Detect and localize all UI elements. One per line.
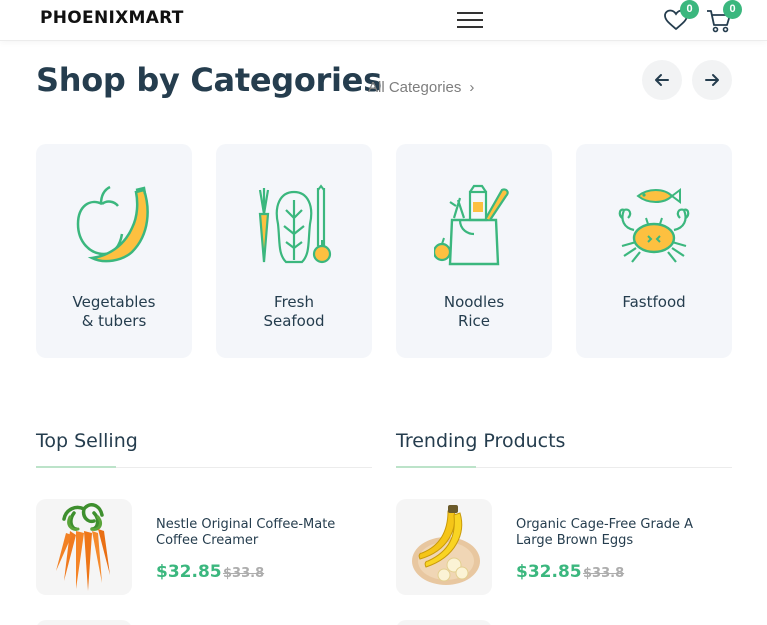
product-price: $32.85 <box>156 562 222 582</box>
bananas-image <box>412 505 480 585</box>
section-title-categories: Shop by Categories <box>36 61 382 99</box>
chevron-right-icon: › <box>469 79 475 96</box>
product-image-bananas[interactable] <box>396 499 492 595</box>
wishlist-button[interactable]: 0 <box>663 0 699 34</box>
category-label: Vegetables & tubers <box>72 293 156 330</box>
product-name[interactable]: Organic Cage-Free Grade A Large Brown Eg… <box>516 517 726 549</box>
seafood-crab-icon <box>618 188 690 263</box>
top-selling-title: Top Selling <box>36 430 138 452</box>
trending-title: Trending Products <box>396 430 566 452</box>
product-price: $32.85 <box>516 562 582 582</box>
product-name[interactable]: Nestle Original Coffee-Mate Coffee Cream… <box>156 517 366 549</box>
category-card-seafood[interactable]: Fresh Seafood <box>216 144 372 358</box>
category-card-noodles-rice[interactable]: Noodles Rice <box>396 144 552 358</box>
category-card-fastfood[interactable]: Fastfood <box>576 144 732 358</box>
category-card-vegetables[interactable]: Vegetables & tubers <box>36 144 192 358</box>
cart-button[interactable]: 0 <box>705 0 742 34</box>
cart-count-badge: 0 <box>723 0 742 19</box>
all-categories-label: All Categories <box>368 79 462 96</box>
site-logo[interactable]: PHOENIXMART <box>40 8 184 28</box>
carrots-image <box>56 503 110 591</box>
category-label: Fresh Seafood <box>263 293 325 330</box>
carousel-next-button[interactable] <box>692 60 732 100</box>
trending-divider <box>396 466 732 468</box>
wishlist-count-badge: 0 <box>680 0 699 19</box>
menu-icon[interactable] <box>457 12 483 28</box>
category-label: Fastfood <box>622 293 686 311</box>
arrow-left-icon <box>655 74 669 86</box>
product-old-price: $33.8 <box>223 566 265 581</box>
category-label: Noodles Rice <box>443 293 505 330</box>
all-categories-link[interactable]: All Categories › <box>368 79 474 96</box>
apple-banana-icon <box>76 185 149 263</box>
product-image-carrots[interactable] <box>36 499 132 595</box>
next-product-image-peek <box>396 620 492 625</box>
product-old-price: $33.8 <box>583 566 625 581</box>
carousel-prev-button[interactable] <box>642 60 682 100</box>
arrow-right-icon <box>705 74 719 86</box>
grocery-bag-icon <box>434 184 509 266</box>
next-product-image-peek <box>36 620 132 625</box>
vegetables-icon <box>258 184 332 264</box>
site-header: PHOENIXMART 0 0 <box>0 0 767 41</box>
top-selling-divider <box>36 466 372 468</box>
